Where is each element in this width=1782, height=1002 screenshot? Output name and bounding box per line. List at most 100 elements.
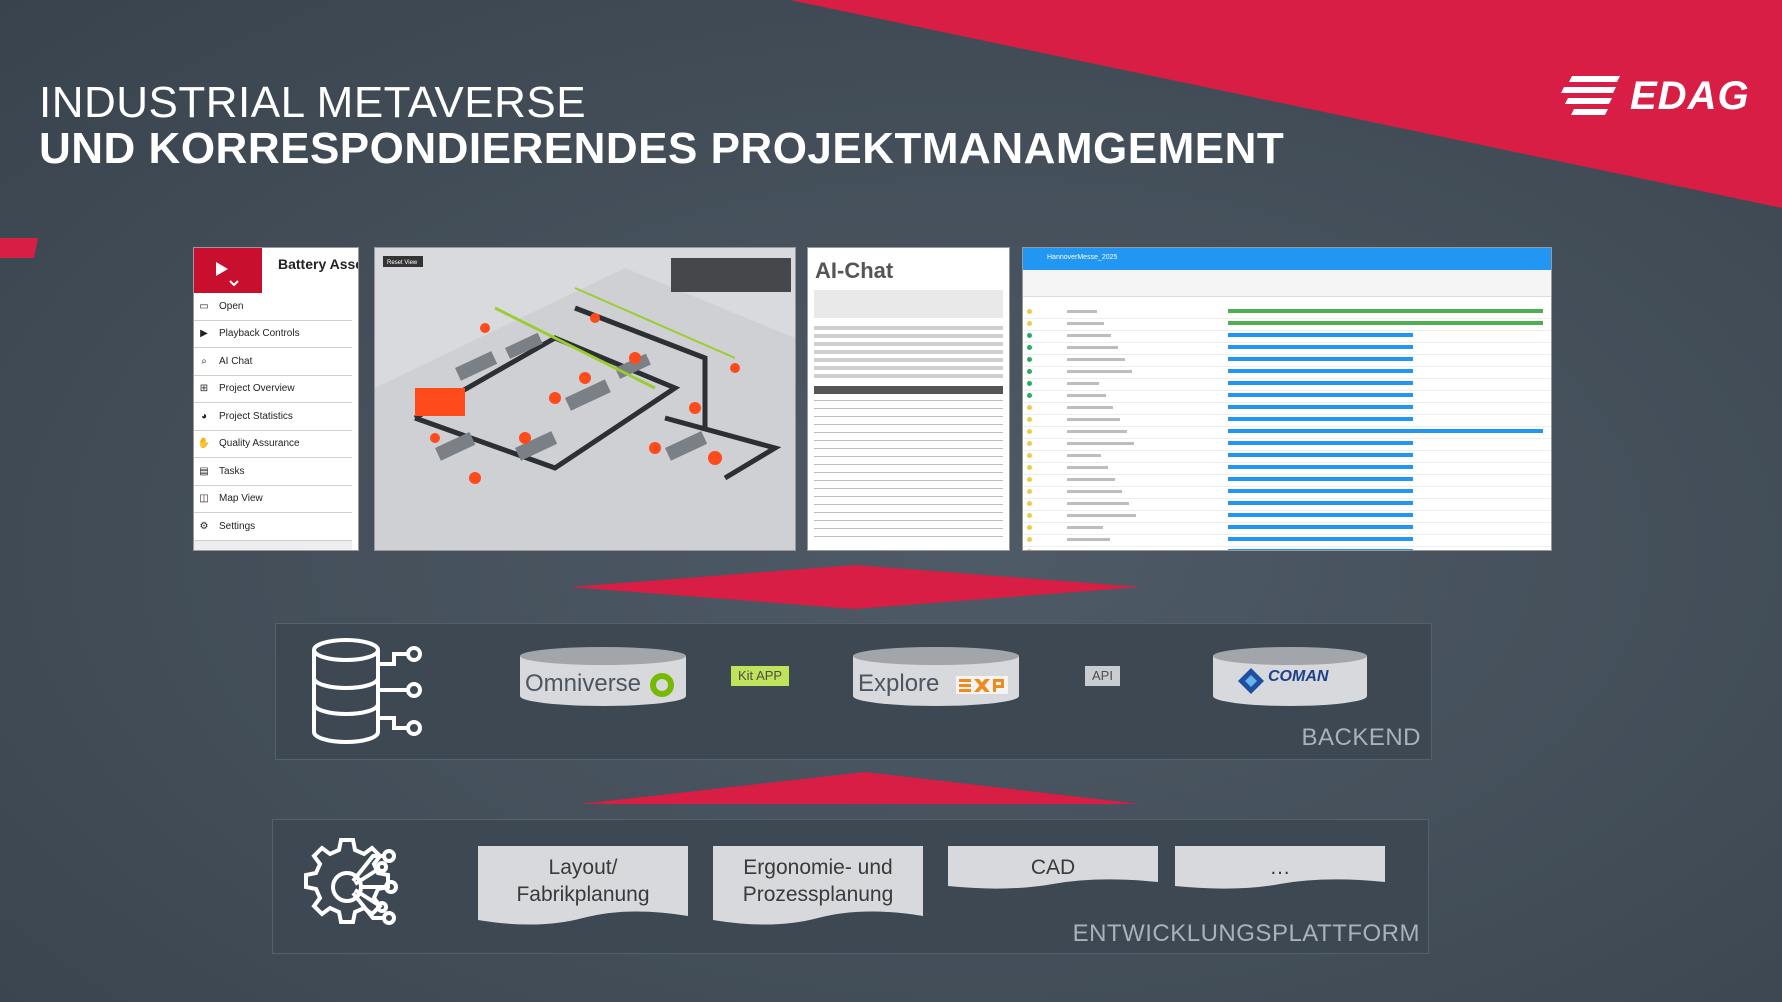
gantt-header-bar: HannoverMesse_2025 bbox=[1023, 248, 1551, 270]
chat-text-line bbox=[814, 350, 1003, 354]
doc-ergonomie: Ergonomie- und Prozessplanung bbox=[713, 846, 923, 928]
gantt-bar bbox=[1228, 369, 1413, 373]
logo-text: EDAG bbox=[1630, 73, 1750, 118]
gantt-screenshot: HannoverMesse_2025 bbox=[1023, 248, 1551, 550]
omniverse-logo-icon bbox=[650, 673, 674, 697]
gantt-row-label bbox=[1067, 466, 1108, 469]
chat-table-row bbox=[814, 464, 1003, 465]
status-dot bbox=[1027, 393, 1032, 398]
menu-item-project-overview[interactable]: ⊞ Project Overview bbox=[194, 375, 352, 403]
chat-table-row bbox=[814, 528, 1003, 529]
platform-label: ENTWICKLUNGSPLATTFORM bbox=[1072, 920, 1420, 947]
gantt-bar bbox=[1228, 333, 1413, 337]
gantt-row-label bbox=[1067, 514, 1136, 517]
gantt-row-label bbox=[1067, 418, 1120, 421]
menu-item-quality-assurance[interactable]: ✋ Quality Assurance bbox=[194, 430, 352, 458]
chat-table-row bbox=[814, 472, 1003, 473]
factory-layout-image: Reset View bbox=[375, 248, 795, 550]
menu-toggle[interactable] bbox=[194, 248, 262, 293]
doc-layout-line1: Layout/ bbox=[548, 856, 618, 879]
gantt-row-label bbox=[1067, 370, 1132, 373]
menu-item-project-statistics[interactable]: ◕ Project Statistics bbox=[194, 403, 352, 431]
gantt-bar bbox=[1228, 405, 1413, 409]
chat-text-line bbox=[814, 342, 1003, 346]
chat-table-row bbox=[814, 520, 1003, 521]
doc-more: … bbox=[1175, 846, 1385, 890]
api-tag: API bbox=[1085, 666, 1120, 686]
menu-item-open[interactable]: ▭ Open bbox=[194, 293, 352, 321]
explore-label: Explore bbox=[858, 670, 940, 697]
gantt-bar bbox=[1228, 501, 1413, 505]
gantt-row-label bbox=[1067, 442, 1134, 445]
chat-table-row bbox=[814, 432, 1003, 433]
menu-item-tasks[interactable]: ▤ Tasks bbox=[194, 458, 352, 486]
gantt-bar bbox=[1228, 393, 1413, 397]
chat-text-line bbox=[814, 326, 1003, 330]
gantt-row-label bbox=[1067, 490, 1122, 493]
gantt-bar bbox=[1228, 549, 1413, 550]
gantt-row-label bbox=[1067, 394, 1106, 397]
gantt-row-label bbox=[1067, 526, 1103, 529]
kit-app-tag: Kit APP bbox=[731, 666, 790, 686]
status-dot bbox=[1027, 381, 1032, 386]
chat-table-row bbox=[814, 416, 1003, 417]
gantt-bar bbox=[1228, 513, 1413, 517]
chat-table-row bbox=[814, 536, 1003, 537]
status-dot bbox=[1027, 465, 1032, 470]
doc-ergonomie-line2: Prozessplanung bbox=[742, 883, 894, 906]
menu-title: Battery Asse bbox=[278, 256, 358, 272]
gantt-row-label bbox=[1067, 382, 1099, 385]
gantt-row bbox=[1023, 546, 1551, 550]
gantt-bar bbox=[1228, 525, 1413, 529]
doc-ergonomie-line1: Ergonomie- und bbox=[743, 856, 893, 879]
chat-table-row bbox=[814, 456, 1003, 457]
gantt-toolbar bbox=[1023, 270, 1551, 297]
ai-chat-question-box bbox=[814, 290, 1003, 318]
coman-label: COMAN bbox=[1268, 668, 1329, 685]
chat-table-row bbox=[814, 512, 1003, 513]
ai-chat-title: AI-Chat bbox=[815, 258, 894, 283]
menu-item-ai-chat[interactable]: ⌕ AI Chat bbox=[194, 348, 352, 376]
doc-cad-label: CAD bbox=[1030, 856, 1076, 879]
menu-item-playback-controls[interactable]: ▶ Playback Controls bbox=[194, 320, 352, 348]
up-arrow-2 bbox=[580, 772, 1140, 804]
doc-more-label: … bbox=[1269, 856, 1291, 879]
chat-table-row bbox=[814, 424, 1003, 425]
chat-table-row bbox=[814, 480, 1003, 481]
chat-text-line bbox=[814, 366, 1003, 370]
chat-table-row bbox=[814, 448, 1003, 449]
gantt-bar bbox=[1228, 453, 1413, 457]
status-dot bbox=[1027, 441, 1032, 446]
status-dot bbox=[1027, 549, 1032, 550]
reset-view-button[interactable]: Reset View bbox=[387, 260, 418, 266]
menu-item-map-view[interactable]: ◫ Map View bbox=[194, 485, 352, 513]
doc-layout: Layout/ Fabrikplanung bbox=[478, 846, 688, 928]
gantt-bar bbox=[1228, 345, 1413, 349]
status-dot bbox=[1027, 513, 1032, 518]
platform-panel: Layout/ Fabrikplanung Ergonomie- und Pro… bbox=[273, 820, 1428, 953]
gantt-row-label bbox=[1067, 502, 1129, 505]
status-dot bbox=[1027, 333, 1032, 338]
gantt-bar bbox=[1228, 441, 1413, 445]
gantt-title: HannoverMesse_2025 bbox=[1047, 254, 1118, 261]
gear-network-icon bbox=[304, 838, 398, 925]
gantt-bar bbox=[1228, 381, 1413, 385]
status-dot bbox=[1027, 453, 1032, 458]
gantt-row-label bbox=[1067, 538, 1110, 541]
status-dot bbox=[1027, 525, 1032, 530]
folder-icon: ▭ bbox=[199, 300, 209, 312]
status-dot bbox=[1027, 489, 1032, 494]
chat-table-row bbox=[814, 440, 1003, 441]
status-dot bbox=[1027, 477, 1032, 482]
gantt-row-label bbox=[1067, 454, 1101, 457]
menu-item-settings[interactable]: ⚙ Settings bbox=[194, 513, 352, 541]
edag-logo: EDAG bbox=[1560, 70, 1750, 122]
factory-viewport-screenshot: Reset View bbox=[375, 248, 795, 550]
status-dot bbox=[1027, 405, 1032, 410]
status-dot bbox=[1027, 537, 1032, 542]
ai-chat-screenshot: AI-Chat bbox=[808, 248, 1009, 550]
gear-icon: ⚙ bbox=[199, 520, 209, 532]
chat-table-row bbox=[814, 488, 1003, 489]
backend-label: BACKEND bbox=[1301, 724, 1421, 751]
status-dot bbox=[1027, 321, 1032, 326]
